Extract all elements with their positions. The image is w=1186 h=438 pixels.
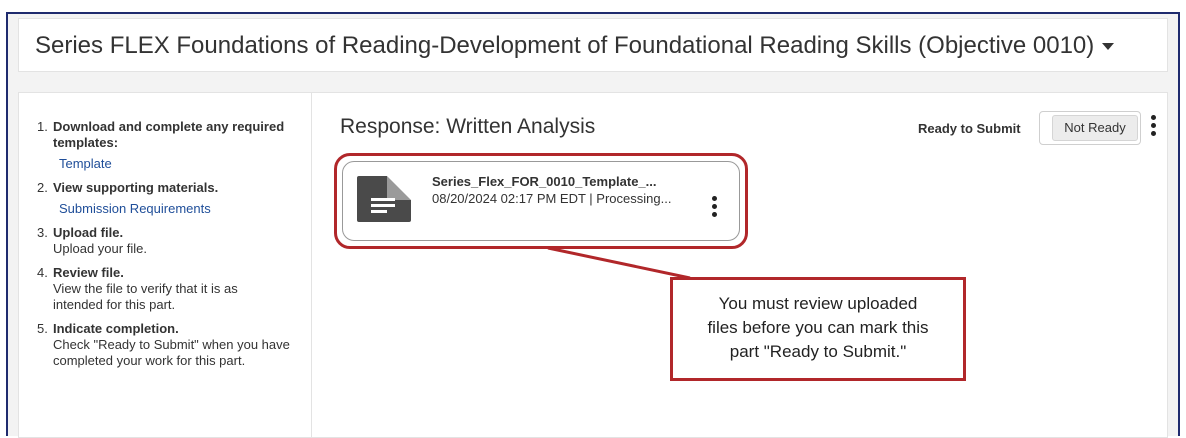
- step-number: 1.: [37, 119, 48, 134]
- step-completion: 5. Indicate completion. Check "Ready to …: [37, 321, 307, 369]
- step-title: Indicate completion.: [53, 321, 179, 336]
- step-number: 5.: [37, 321, 48, 336]
- uploaded-file-card[interactable]: Series_Flex_FOR_0010_Template_... 08/20/…: [342, 161, 740, 241]
- file-name[interactable]: Series_Flex_FOR_0010_Template_...: [432, 174, 657, 189]
- callout-annotation: You must review uploaded files before yo…: [670, 277, 966, 381]
- step-upload: 3. Upload file. Upload your file.: [37, 225, 307, 257]
- kebab-menu-icon[interactable]: [1151, 115, 1157, 139]
- step-title: Download and complete any required templ…: [53, 119, 285, 150]
- ready-to-submit-toggle[interactable]: Not Ready: [1039, 111, 1141, 145]
- response-panel: Response: Written Analysis Ready to Subm…: [312, 92, 1168, 438]
- step-title: View supporting materials.: [53, 180, 219, 195]
- step-number: 2.: [37, 180, 48, 195]
- step-description: Check "Ready to Submit" when you have co…: [53, 337, 290, 368]
- step-download: 1. Download and complete any required te…: [37, 119, 307, 172]
- file-meta: 08/20/2024 02:17 PM EDT | Processing...: [432, 191, 672, 206]
- page-title: Series FLEX Foundations of Reading-Devel…: [35, 32, 1095, 59]
- callout-text: You must review uploaded files before yo…: [707, 294, 929, 361]
- step-number: 4.: [37, 265, 48, 280]
- step-title: Review file.: [53, 265, 124, 280]
- step-title: Upload file.: [53, 225, 124, 240]
- instructions-sidebar: 1. Download and complete any required te…: [18, 92, 312, 438]
- step-view-materials: 2. View supporting materials. Submission…: [37, 180, 307, 217]
- step-description: Upload your file.: [53, 241, 147, 256]
- template-link[interactable]: Template: [59, 156, 307, 172]
- page-title-dropdown[interactable]: Series FLEX Foundations of Reading-Devel…: [35, 32, 1115, 60]
- step-number: 3.: [37, 225, 48, 240]
- steps-list: 1. Download and complete any required te…: [37, 119, 307, 369]
- ready-to-submit-label: Ready to Submit: [918, 121, 1021, 136]
- kebab-menu-icon[interactable]: [712, 196, 718, 220]
- submission-requirements-link[interactable]: Submission Requirements: [59, 201, 307, 217]
- chevron-down-icon[interactable]: [1102, 43, 1115, 51]
- document-icon: [357, 176, 411, 222]
- section-title: Response: Written Analysis: [340, 115, 596, 138]
- page-header: Series FLEX Foundations of Reading-Devel…: [18, 18, 1168, 72]
- step-description: View the file to verify that it is as in…: [53, 281, 238, 312]
- ready-state-label: Not Ready: [1052, 115, 1138, 141]
- step-review: 4. Review file. View the file to verify …: [37, 265, 307, 313]
